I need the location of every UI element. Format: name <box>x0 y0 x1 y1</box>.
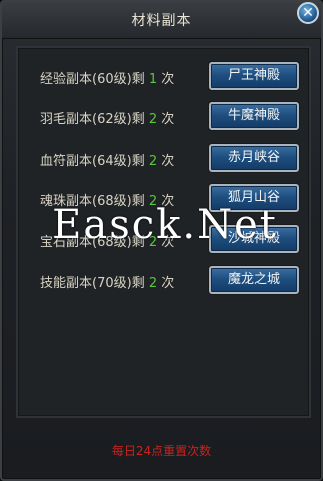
remain-word: 剩 <box>131 154 145 169</box>
enter-dungeon-button[interactable]: 魔龙之城 <box>209 266 299 294</box>
remaining-count: 1 <box>148 72 158 87</box>
enter-dungeon-button[interactable]: 牛魔神殿 <box>209 102 299 130</box>
remain-word: 剩 <box>131 72 145 87</box>
material-dungeon-window: 材料副本 ✕ 经验副本(60级)剩 1 次 尸王神殿 羽毛副本(62级)剩 2 … <box>0 0 323 481</box>
reset-notice: 每日24点重置次数 <box>111 444 212 458</box>
dungeon-label: 羽毛副本(62级)剩 2 次 <box>40 108 174 127</box>
remaining-count: 2 <box>148 154 158 169</box>
dungeon-level: (62级) <box>92 112 132 127</box>
times-unit: 次 <box>161 276 175 291</box>
dungeon-level: (64级) <box>92 154 132 169</box>
dungeon-name: 技能副本 <box>40 276 93 291</box>
dungeon-level: (60级) <box>92 72 132 87</box>
close-icon[interactable]: ✕ <box>297 2 319 24</box>
watermark: Easck.Net <box>52 202 278 248</box>
times-unit: 次 <box>161 112 175 127</box>
window-title: 材料副本 <box>131 13 192 29</box>
times-unit: 次 <box>161 154 175 169</box>
enter-dungeon-button[interactable]: 尸王神殿 <box>209 62 299 90</box>
remain-word: 剩 <box>131 112 145 127</box>
remain-word: 剩 <box>131 276 145 291</box>
title-bar: 材料副本 <box>2 2 321 39</box>
dungeon-row: 羽毛副本(62级)剩 2 次 牛魔神殿 <box>18 102 309 136</box>
enter-dungeon-button[interactable]: 赤月峡谷 <box>209 144 299 172</box>
dungeon-row: 经验副本(60级)剩 1 次 尸王神殿 <box>18 62 309 96</box>
remaining-count: 2 <box>148 112 158 127</box>
dungeon-label: 血符副本(64级)剩 2 次 <box>40 150 174 169</box>
dungeon-name: 经验副本 <box>40 72 93 87</box>
dungeon-name: 血符副本 <box>40 154 93 169</box>
dungeon-name: 羽毛副本 <box>40 112 93 127</box>
times-unit: 次 <box>161 72 175 87</box>
dungeon-label: 经验副本(60级)剩 1 次 <box>40 68 174 87</box>
remaining-count: 2 <box>148 276 158 291</box>
dungeon-row: 血符副本(64级)剩 2 次 赤月峡谷 <box>18 144 309 178</box>
dungeon-label: 技能副本(70级)剩 2 次 <box>40 272 174 291</box>
dungeon-row: 技能副本(70级)剩 2 次 魔龙之城 <box>18 266 309 300</box>
dungeon-level: (70级) <box>92 276 132 291</box>
